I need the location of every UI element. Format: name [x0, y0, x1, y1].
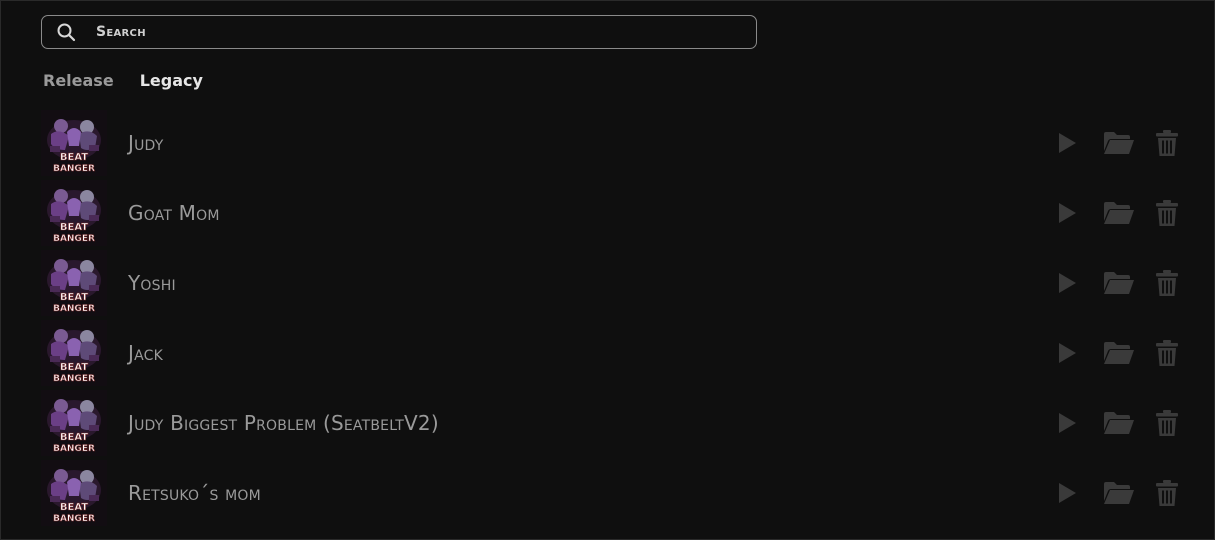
tab-bar: Release Legacy — [43, 71, 203, 90]
item-name: Yoshi — [128, 271, 176, 295]
play-icon[interactable] — [1055, 271, 1079, 295]
svg-text:BEAT: BEAT — [60, 292, 88, 303]
beat-banger-logo: BEAT BANGER — [41, 110, 107, 176]
item-actions — [1055, 248, 1179, 318]
item-actions — [1055, 108, 1179, 178]
thumbnail-image: BEAT BANGER — [41, 180, 107, 246]
item-actions — [1055, 318, 1179, 388]
svg-text:BEAT: BEAT — [60, 152, 88, 163]
app-window: Release Legacy BEAT BANGER Judy — [0, 0, 1215, 540]
svg-text:BEAT: BEAT — [60, 432, 88, 443]
list-item[interactable]: BEAT BANGER Judy — [41, 108, 1191, 178]
svg-text:BEAT: BEAT — [60, 362, 88, 373]
list-item[interactable]: BEAT BANGER Retsuko´s mom — [41, 458, 1191, 528]
beat-banger-logo: BEAT BANGER — [41, 250, 107, 316]
svg-text:BANGER: BANGER — [53, 374, 95, 384]
play-icon[interactable] — [1055, 411, 1079, 435]
search-bar[interactable] — [41, 15, 757, 49]
tab-legacy[interactable]: Legacy — [140, 71, 203, 90]
svg-text:BEAT: BEAT — [60, 222, 88, 233]
item-name: Retsuko´s mom — [128, 481, 261, 505]
thumbnail-image: BEAT BANGER — [41, 460, 107, 526]
svg-text:BANGER: BANGER — [53, 234, 95, 244]
trash-icon[interactable] — [1155, 199, 1179, 227]
search-icon — [56, 22, 76, 42]
item-name: Judy Biggest Problem (SeatbeltV2) — [128, 411, 439, 435]
svg-text:BANGER: BANGER — [53, 514, 95, 524]
folder-open-icon[interactable] — [1103, 480, 1135, 506]
play-icon[interactable] — [1055, 341, 1079, 365]
item-actions — [1055, 458, 1179, 528]
item-name: Judy — [128, 131, 164, 155]
tab-release[interactable]: Release — [43, 71, 114, 90]
svg-text:BANGER: BANGER — [53, 164, 95, 174]
thumbnail-image: BEAT BANGER — [41, 320, 107, 386]
play-icon[interactable] — [1055, 201, 1079, 225]
svg-text:BEAT: BEAT — [60, 502, 88, 513]
thumbnail-image: BEAT BANGER — [41, 390, 107, 456]
svg-text:BANGER: BANGER — [53, 304, 95, 314]
trash-icon[interactable] — [1155, 269, 1179, 297]
folder-open-icon[interactable] — [1103, 130, 1135, 156]
beat-banger-logo: BEAT BANGER — [41, 390, 107, 456]
folder-open-icon[interactable] — [1103, 410, 1135, 436]
folder-open-icon[interactable] — [1103, 270, 1135, 296]
play-icon[interactable] — [1055, 131, 1079, 155]
item-name: Jack — [128, 341, 163, 365]
folder-open-icon[interactable] — [1103, 200, 1135, 226]
item-actions — [1055, 388, 1179, 458]
item-actions — [1055, 178, 1179, 248]
list-item[interactable]: BEAT BANGER Judy Biggest Problem (Seatbe… — [41, 388, 1191, 458]
trash-icon[interactable] — [1155, 339, 1179, 367]
beat-banger-logo: BEAT BANGER — [41, 180, 107, 246]
thumbnail-image: BEAT BANGER — [41, 110, 107, 176]
beat-banger-logo: BEAT BANGER — [41, 460, 107, 526]
search-input[interactable] — [94, 23, 698, 41]
play-icon[interactable] — [1055, 481, 1079, 505]
item-name: Goat Mom — [128, 201, 220, 225]
trash-icon[interactable] — [1155, 479, 1179, 507]
list-item[interactable]: BEAT BANGER Yoshi — [41, 248, 1191, 318]
thumbnail-image: BEAT BANGER — [41, 250, 107, 316]
list-item[interactable]: BEAT BANGER Jack — [41, 318, 1191, 388]
folder-open-icon[interactable] — [1103, 340, 1135, 366]
beat-banger-logo: BEAT BANGER — [41, 320, 107, 386]
trash-icon[interactable] — [1155, 129, 1179, 157]
svg-text:BANGER: BANGER — [53, 444, 95, 454]
trash-icon[interactable] — [1155, 409, 1179, 437]
list-item[interactable]: BEAT BANGER Goat Mom — [41, 178, 1191, 248]
item-list: BEAT BANGER Judy BEAT BANGER Goat Mom BE… — [41, 108, 1191, 528]
